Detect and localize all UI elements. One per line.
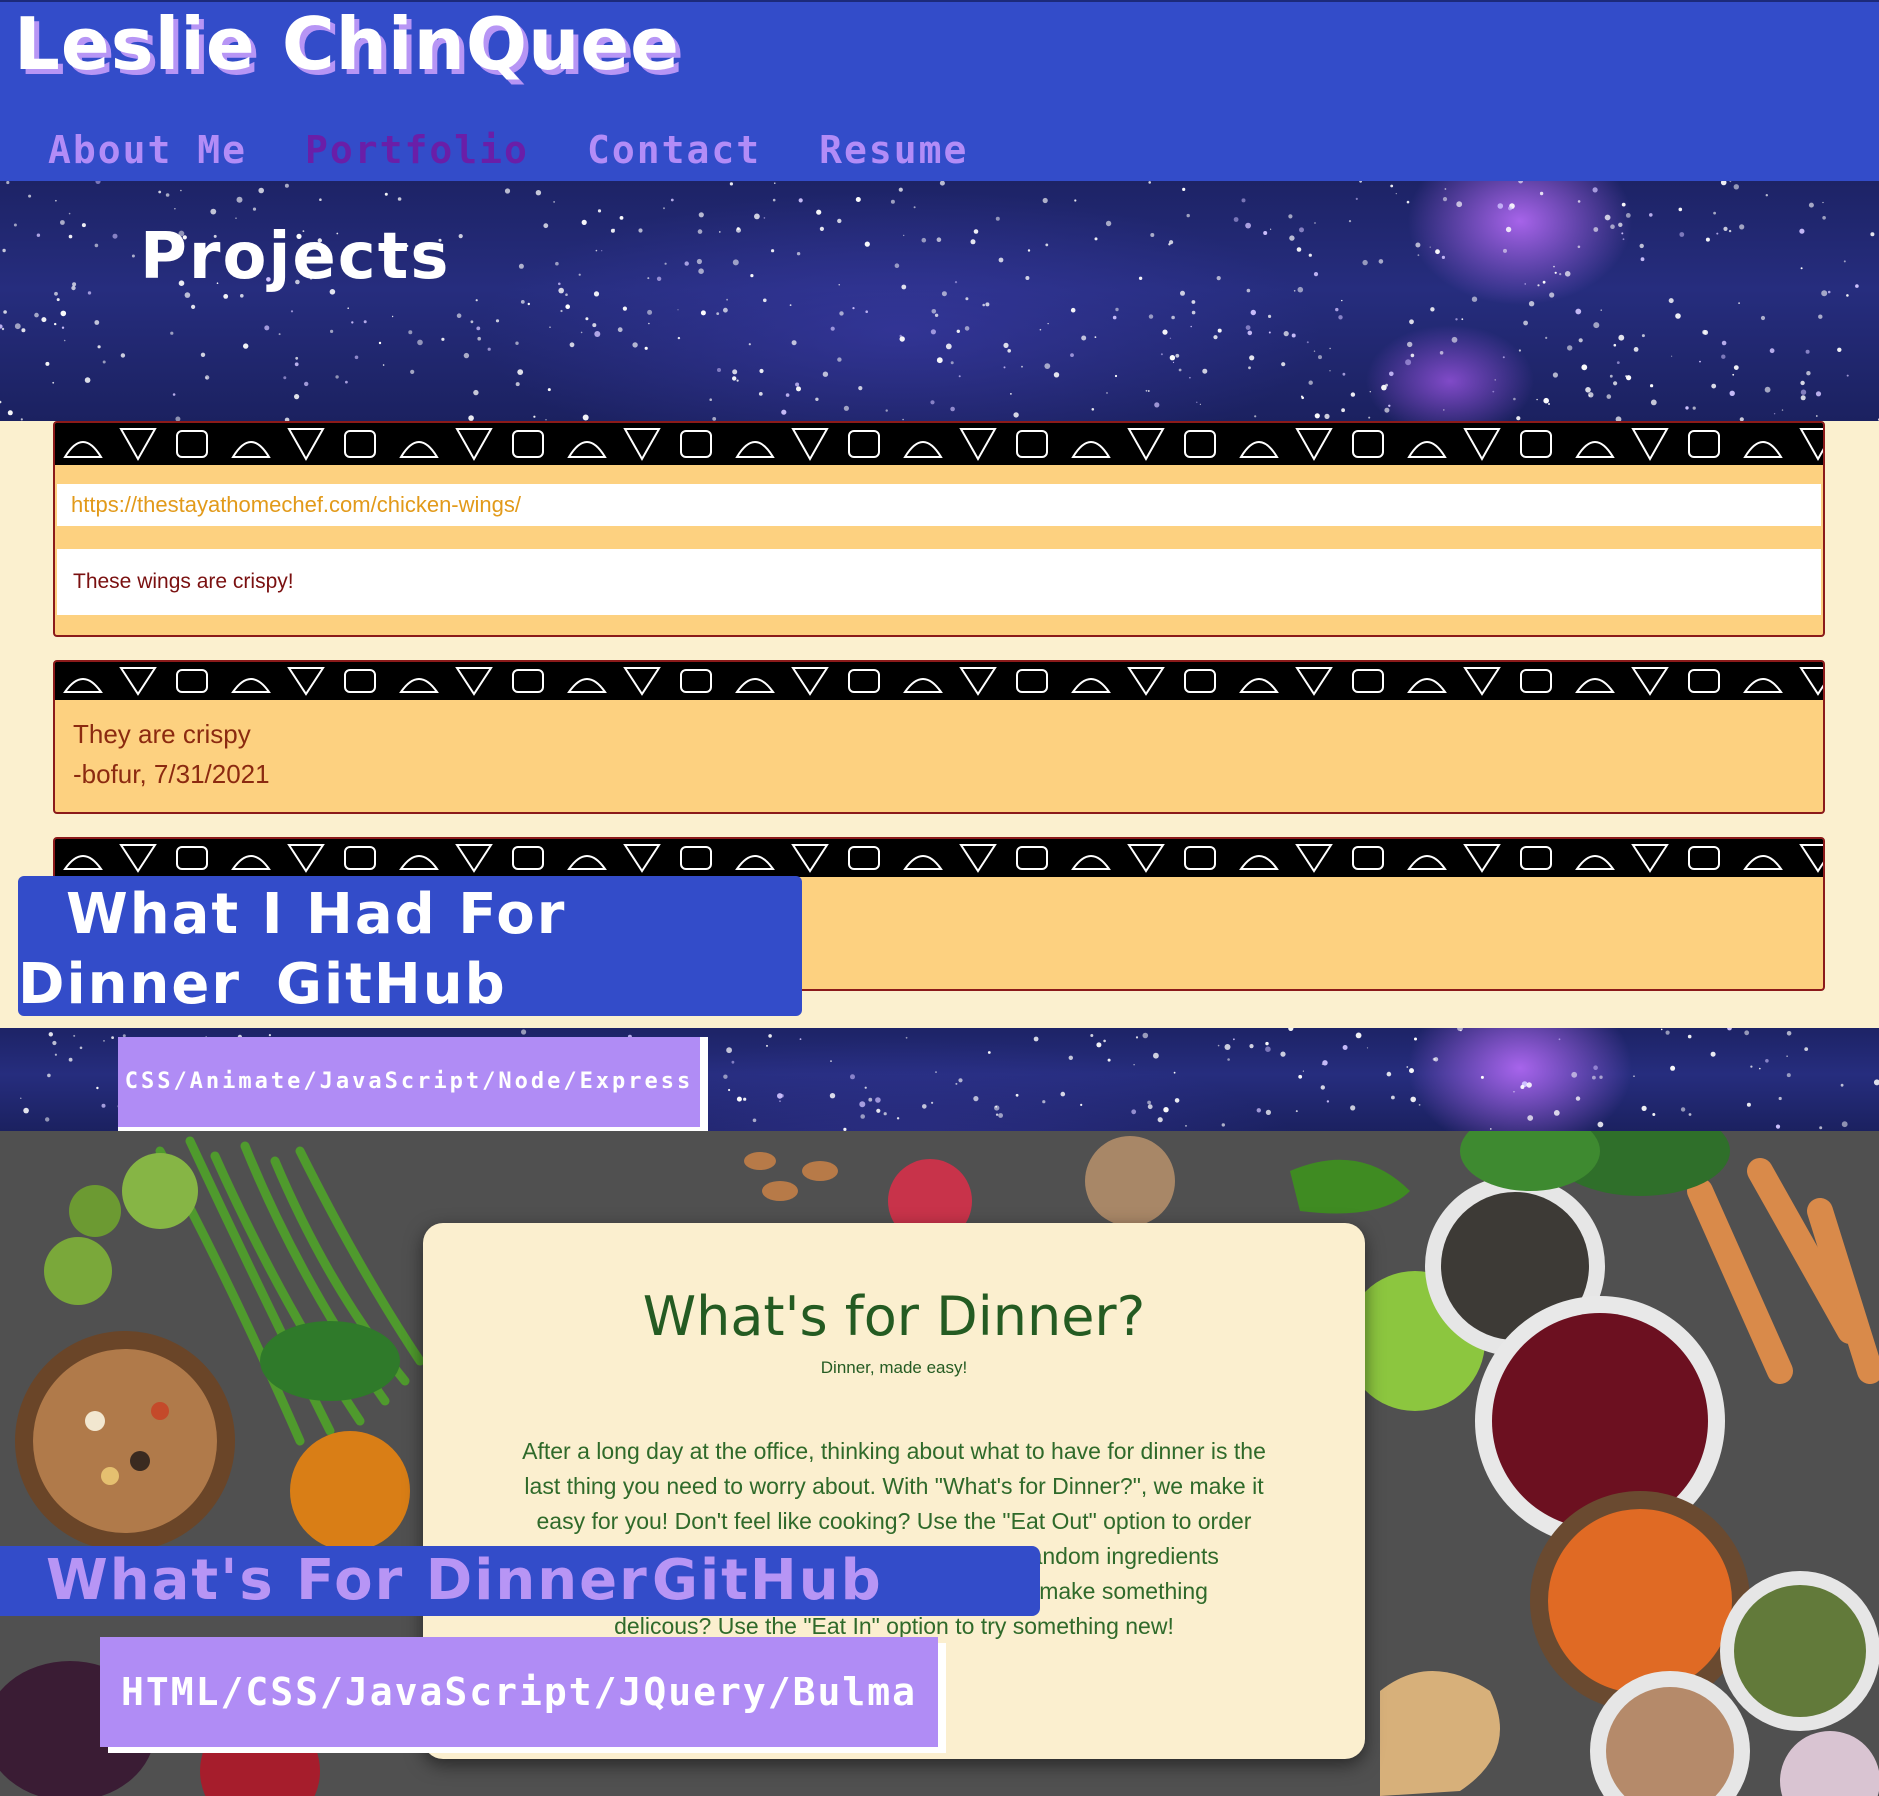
food-pattern-strip [55, 839, 1823, 877]
star-field [0, 181, 1879, 421]
comment-text: They are crispy [73, 719, 251, 749]
site-header: Leslie ChinQuee About Me Portfolio Conta… [0, 0, 1879, 181]
comment-card: They are crispy -bofur, 7/31/2021 [53, 660, 1825, 814]
nav-about-me[interactable]: About Me [48, 128, 247, 172]
tech-stack-tag: HTML/CSS/JavaScript/JQuery/Bulma [100, 1637, 938, 1747]
projects-heading: Projects [140, 220, 451, 294]
project-title-what-i-had: What I Had For Dinner GitHub [18, 876, 802, 1017]
dinner-title: What's for Dinner? [642, 1285, 1146, 1348]
recipe-card: https://thestayathomechef.com/chicken-wi… [53, 421, 1825, 637]
comment-author: -bofur, 7/31/2021 [73, 759, 270, 789]
recipe-url[interactable]: https://thestayathomechef.com/chicken-wi… [57, 484, 1821, 526]
site-title: Leslie ChinQuee [14, 2, 680, 86]
nav-portfolio[interactable]: Portfolio [305, 128, 529, 172]
description-line: After a long day at the office, thinking… [522, 1438, 1266, 1464]
description-line: last thing you need to worry about. With… [524, 1473, 1264, 1499]
project-title[interactable]: What's For Dinner [46, 1546, 649, 1616]
nav-resume[interactable]: Resume [819, 128, 968, 172]
main-nav: About Me Portfolio Contact Resume [48, 128, 1026, 172]
github-link[interactable]: GitHub [276, 950, 507, 1020]
comment-input[interactable]: These wings are crispy! [57, 549, 1821, 615]
project-title-line-2[interactable]: Dinner [18, 950, 241, 1020]
galaxy-banner [0, 181, 1879, 421]
tech-stack-tag: CSS/Animate/JavaScript/Node/Express [118, 1037, 700, 1131]
github-link[interactable]: GitHub [652, 1546, 883, 1616]
food-pattern-strip [55, 662, 1823, 700]
description-line: easy for you! Don't feel like cooking? U… [536, 1508, 1252, 1534]
food-pattern-strip [55, 423, 1823, 465]
project-title-line-1[interactable]: What I Had For [66, 880, 566, 950]
dinner-subtitle: Dinner, made easy! [820, 1358, 968, 1377]
project-title-whats-for-dinner: What's For Dinner GitHub [0, 1546, 1040, 1616]
nav-contact[interactable]: Contact [587, 128, 761, 172]
